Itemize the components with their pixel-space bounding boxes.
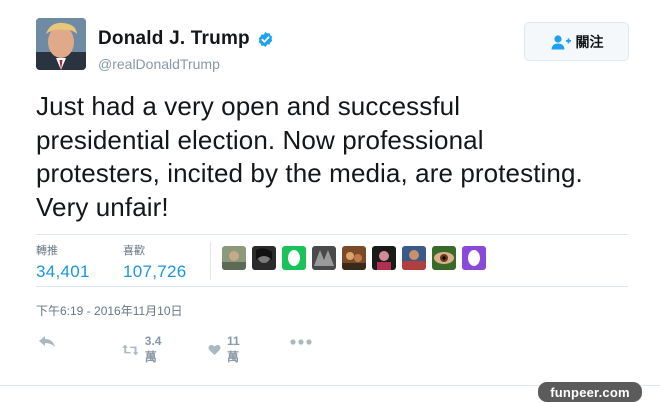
liker-avatar[interactable] xyxy=(432,246,456,270)
tweet-line: Very unfair! xyxy=(36,191,169,222)
liker-avatar[interactable] xyxy=(282,246,306,270)
like-stat[interactable]: 喜歡 107,726 xyxy=(123,242,187,282)
heart-icon xyxy=(208,344,221,355)
tweet-line: protesters, incited by the media, are pr… xyxy=(36,158,583,188)
liker-avatar[interactable] xyxy=(402,246,426,270)
liker-avatar[interactable] xyxy=(312,246,336,270)
divider xyxy=(36,286,628,287)
liker-avatar[interactable] xyxy=(462,246,486,270)
more-button[interactable] xyxy=(290,339,312,345)
liker-avatar[interactable] xyxy=(222,246,246,270)
display-name[interactable]: Donald J. Trump xyxy=(98,28,250,50)
reply-button[interactable] xyxy=(38,335,56,349)
liker-avatar[interactable] xyxy=(372,246,396,270)
like-stat-label: 喜歡 xyxy=(123,245,145,257)
tweet-card: Donald J. Trump @realDonaldTrump 關注 Just… xyxy=(0,0,660,403)
retweet-action-count: 3.4萬 xyxy=(144,334,162,364)
liker-avatar[interactable] xyxy=(342,246,366,270)
liker-avatars xyxy=(222,246,486,270)
author-block[interactable]: Donald J. Trump @realDonaldTrump xyxy=(98,28,274,72)
tweet-line: Just had a very open and successful xyxy=(36,91,461,121)
add-user-icon xyxy=(551,34,571,49)
retweet-count[interactable]: 34,401 xyxy=(36,262,90,282)
follow-button-label: 關注 xyxy=(575,33,604,50)
verified-badge-icon xyxy=(259,31,273,47)
retweet-icon xyxy=(122,344,139,355)
tweet-text: Just had a very open and successful pres… xyxy=(36,90,636,224)
tweet-line: presidential election. Now professional xyxy=(36,124,484,155)
tweet-timestamp[interactable]: 下午6:19 - 2016年11月10日 xyxy=(36,302,183,319)
like-button[interactable]: 11萬 xyxy=(208,334,245,365)
like-count[interactable]: 107,726 xyxy=(123,262,187,282)
watermark: funpeer.com xyxy=(538,382,642,402)
avatar[interactable] xyxy=(36,18,86,70)
more-icon xyxy=(290,339,312,345)
retweet-stat-label: 轉推 xyxy=(36,245,58,257)
reply-icon xyxy=(39,336,55,347)
retweet-button[interactable]: 3.4萬 xyxy=(122,334,167,365)
liker-avatar[interactable] xyxy=(252,246,276,270)
retweet-stat[interactable]: 轉推 34,401 xyxy=(36,242,90,282)
divider xyxy=(36,234,628,235)
stats-separator xyxy=(210,242,211,280)
like-action-count: 11萬 xyxy=(226,334,240,364)
follow-button[interactable]: 關注 xyxy=(524,22,629,61)
user-handle[interactable]: @realDonaldTrump xyxy=(98,56,274,72)
